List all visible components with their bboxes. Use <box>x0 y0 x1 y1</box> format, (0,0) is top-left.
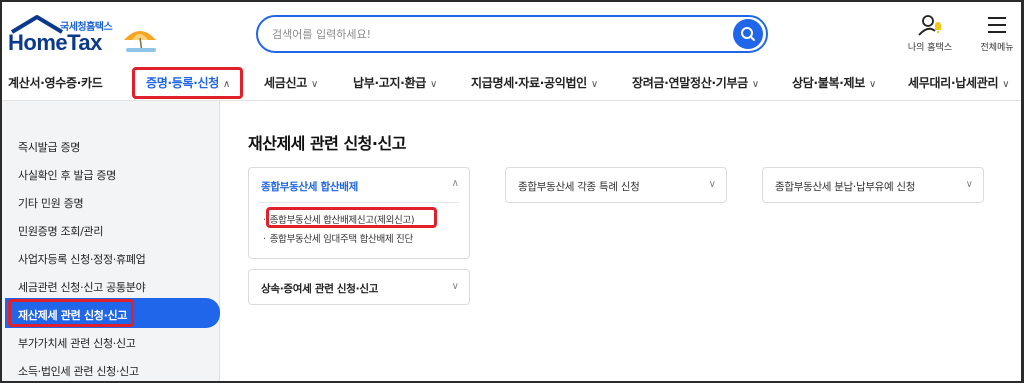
chevron-down-icon: ∨ <box>451 281 459 292</box>
all-menu-label: 전체메뉴 <box>980 43 1014 53</box>
user-bell-icon <box>918 15 941 36</box>
page-title: 재산제세 관련 신청·신고 <box>248 134 406 153</box>
sidebar-item-business-reg[interactable]: 사업자등록 신청·정정·휴폐업 <box>18 251 146 267</box>
chevron-down-icon: ∨ <box>590 79 598 90</box>
chevron-down-icon: ∨ <box>429 79 437 90</box>
sidebar-item-common-apply[interactable]: 세금관련 신청·신고 공통분야 <box>18 279 146 295</box>
search-bar <box>256 15 768 53</box>
sidebar-item-cert-manage[interactable]: 민원증명 조회/관리 <box>18 223 103 239</box>
card-special-cases[interactable]: 종합부동산세 각종 특례 신청 ∨ <box>505 167 727 203</box>
hometax-logo[interactable]: 국세청홈택스 HomeTax <box>8 14 158 56</box>
nav-item-label: 장려금·연말정산·기부금 <box>632 76 748 90</box>
chevron-down-icon: ∨ <box>751 79 759 90</box>
chevron-down-icon: ∨ <box>868 79 876 90</box>
card-title: 종합부동산세 각종 특례 신청 <box>518 181 640 193</box>
my-hometax-button[interactable]: 나의 홈택스 <box>900 14 960 53</box>
app-window: 국세청홈택스 HomeTax 검색어를 입력하세요! 나의 홈택스 전체메뉴 계… <box>0 0 1024 383</box>
card-divider <box>259 202 459 203</box>
logo-title: HomeTax <box>8 30 102 55</box>
nav-item-incentives[interactable]: 장려금·연말정산·기부금 ∨ <box>632 74 759 91</box>
chevron-down-icon: ∨ <box>1002 79 1010 90</box>
header: 국세청홈택스 HomeTax 검색어를 입력하세요! 나의 홈택스 전체메뉴 <box>2 2 1021 64</box>
sidebar-item-verified-cert[interactable]: 사실확인 후 발급 증명 <box>18 167 116 183</box>
nav-item-receipts[interactable]: 계산서·영수증·카드 <box>8 74 103 91</box>
my-hometax-label: 나의 홈택스 <box>907 43 953 53</box>
nav-item-payment[interactable]: 납부·고지·환급 ∨ <box>353 74 437 91</box>
nav-item-tax-agent[interactable]: 세무대리·납세관리 ∨ <box>908 74 1010 91</box>
chevron-down-icon: ∨ <box>965 179 973 190</box>
highlight-box-sidebar <box>8 299 134 327</box>
nav-item-label: 세무대리·납세관리 <box>908 76 999 90</box>
nav-item-tax-filing[interactable]: 세금신고 ∨ <box>264 74 318 91</box>
card-title: 상속·증여세 관련 신청·신고 <box>261 283 379 295</box>
card-title: 종합부동산세 분납·납부유예 신청 <box>775 181 916 193</box>
nav-item-statements[interactable]: 지급명세·자료·공익법인 ∨ <box>471 74 598 91</box>
nav-item-label: 지급명세·자료·공익법인 <box>471 76 587 90</box>
chevron-down-icon: ∨ <box>310 79 318 90</box>
hamburger-icon <box>988 17 1006 33</box>
sidebar-item-instant-cert[interactable]: 즉시발급 증명 <box>18 139 80 155</box>
search-icon <box>741 27 755 41</box>
sidebar-item-income-tax[interactable]: 소득·법인세 관련 신청·신고 <box>18 363 139 379</box>
sub-item-label: 종합부동산세 임대주택 합산배제 진단 <box>269 234 414 245</box>
all-menu-button[interactable]: 전체메뉴 <box>967 14 1021 53</box>
search-button[interactable] <box>733 19 763 49</box>
chevron-down-icon: ∨ <box>708 179 716 190</box>
chevron-up-icon[interactable]: ∧ <box>452 178 459 189</box>
search-input[interactable] <box>272 25 712 43</box>
nav-item-label: 상담·불복·제보 <box>792 76 865 90</box>
nav-item-consult[interactable]: 상담·불복·제보 ∨ <box>792 74 876 91</box>
nav-item-label: 세금신고 <box>264 76 307 90</box>
nav-item-label: 납부·고지·환급 <box>353 76 426 90</box>
sidebar-item-other-cert[interactable]: 기타 민원 증명 <box>18 195 84 211</box>
highlight-box-subitem <box>266 207 437 228</box>
card-inheritance-gift[interactable]: 상속·증여세 관련 신청·신고 ∨ <box>248 269 470 305</box>
card-installment[interactable]: 종합부동산세 분납·납부유예 신청 ∨ <box>762 167 984 203</box>
bullet-icon: · <box>263 234 266 245</box>
highlight-box-nav <box>132 67 243 99</box>
sub-item-rental-diagnosis[interactable]: · 종합부동산세 임대주택 합산배제 진단 <box>263 231 413 245</box>
sidebar-item-vat[interactable]: 부가가치세 관련 신청·신고 <box>18 335 136 351</box>
nav-item-label: 계산서·영수증·카드 <box>8 76 103 90</box>
beach-umbrella-icon <box>124 31 156 53</box>
card-title[interactable]: 종합부동산세 합산배제 <box>261 179 358 194</box>
